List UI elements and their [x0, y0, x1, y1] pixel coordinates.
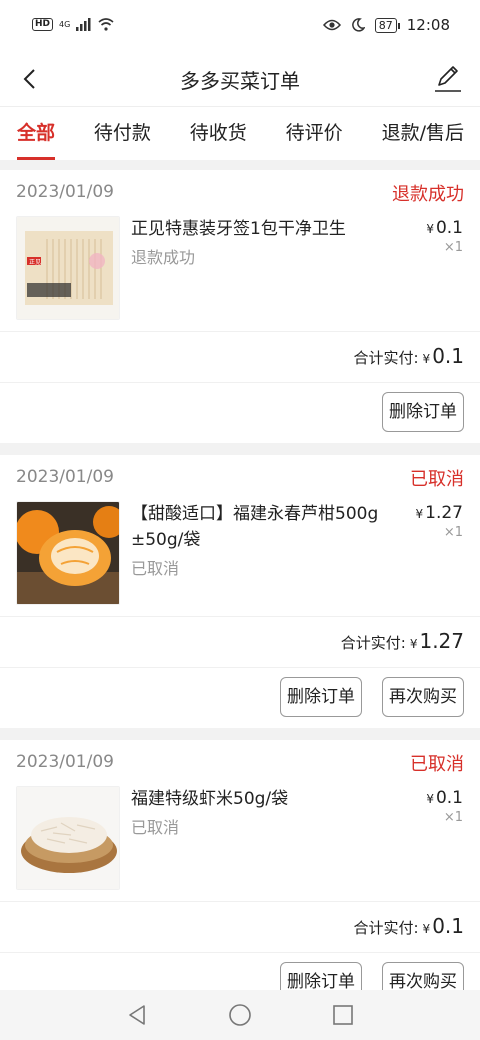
network-type: 4G: [59, 19, 71, 29]
order-list: 2023/01/09 退款成功 正见 正见特惠装牙签1包干净卫生 退款成功 ¥ …: [0, 170, 480, 1025]
nav-bar: 多多买菜订单: [0, 54, 480, 106]
nav-back-icon[interactable]: [125, 1003, 149, 1027]
total-value: 0.1: [432, 344, 464, 368]
total-value: 0.1: [432, 914, 464, 938]
order-total: 合计实付: ¥ 0.1: [0, 332, 480, 383]
order-card[interactable]: 2023/01/09 已取消 【甜酸适口】福建永春芦柑500g ±50g/袋 已…: [0, 455, 480, 728]
product-qty: ×1: [443, 525, 463, 540]
price-value: 0.1: [435, 218, 463, 238]
product-image-tangerine: [16, 501, 120, 605]
svg-text:正见: 正见: [29, 259, 41, 266]
order-item[interactable]: 正见 正见特惠装牙签1包干净卫生 退款成功 ¥0.1 ×1: [0, 216, 480, 332]
order-status: 已取消: [410, 469, 464, 490]
hd-badge: HD: [32, 18, 54, 31]
product-qty: ×1: [443, 810, 463, 825]
tab-pending-payment[interactable]: 待付款: [94, 107, 151, 160]
item-status: 退款成功: [131, 248, 196, 267]
currency: ¥: [426, 222, 434, 236]
order-tabs: 全部 待付款 待收货 待评价 退款/售后: [0, 106, 480, 160]
eye-icon: [322, 19, 341, 31]
product-price: ¥1.27: [416, 503, 464, 523]
edit-pencil-icon[interactable]: [432, 62, 464, 94]
tab-refund-aftersale[interactable]: 退款/售后: [382, 107, 464, 160]
tab-all[interactable]: 全部: [17, 107, 56, 160]
buy-again-button[interactable]: 再次购买: [382, 677, 464, 717]
product-price: ¥0.1: [426, 218, 463, 238]
total-value: 1.27: [419, 629, 464, 653]
order-header: 2023/01/09 退款成功: [0, 170, 480, 216]
order-header: 2023/01/09 已取消: [0, 455, 480, 501]
wifi-icon: [98, 18, 114, 31]
tab-pending-review[interactable]: 待评价: [286, 107, 343, 160]
status-bar: HD 4G 87 12:08: [0, 0, 480, 54]
total-label: 合计实付:: [353, 349, 419, 367]
moon-icon: [351, 18, 365, 32]
product-name: 正见特惠装牙签1包干净卫生: [131, 219, 346, 239]
order-total: 合计实付: ¥ 0.1: [0, 902, 480, 953]
battery-indicator: 87: [374, 17, 400, 33]
order-actions: 删除订单: [0, 383, 480, 443]
price-value: 0.1: [435, 788, 463, 808]
system-nav-bar: [0, 990, 480, 1040]
currency: ¥: [422, 922, 431, 936]
total-label: 合计实付:: [353, 919, 419, 937]
product-image-toothpicks: 正见: [16, 216, 120, 320]
order-item[interactable]: 【甜酸适口】福建永春芦柑500g ±50g/袋 已取消 ¥1.27 ×1: [0, 501, 480, 617]
item-status: 已取消: [131, 559, 180, 578]
order-actions: 删除订单 再次购买: [0, 668, 480, 728]
nav-home-icon[interactable]: [228, 1003, 252, 1027]
currency: ¥: [426, 792, 434, 806]
order-card[interactable]: 2023/01/09 已取消 福建特级虾米50g/袋 已取消 ¥ 0.1 ×1 …: [0, 740, 480, 1013]
order-status: 已取消: [410, 754, 464, 775]
item-status: 已取消: [131, 818, 180, 837]
page-title: 多多买菜订单: [180, 69, 300, 93]
signal-icon: [76, 18, 91, 31]
product-price: ¥0.1: [426, 788, 463, 808]
product-name: 福建特级虾米50g/袋: [131, 789, 289, 809]
status-left: HD 4G: [32, 18, 114, 31]
currency: ¥: [422, 352, 431, 366]
price-value: 1.27: [425, 503, 463, 523]
tab-pending-receipt[interactable]: 待收货: [190, 107, 247, 160]
order-date: 2023/01/09: [16, 467, 114, 487]
status-time: 12:08: [406, 16, 450, 34]
product-name: 【甜酸适口】福建永春芦柑500g ±50g/袋: [131, 504, 379, 550]
product-qty: ×1: [443, 240, 463, 255]
order-item[interactable]: 福建特级虾米50g/袋 已取消 ¥0.1 ×1: [0, 786, 480, 902]
order-header: 2023/01/09 已取消: [0, 740, 480, 786]
delete-order-button[interactable]: 删除订单: [382, 392, 464, 432]
currency: ¥: [409, 637, 418, 651]
order-total: 合计实付: ¥ 1.27: [0, 617, 480, 668]
order-date: 2023/01/09: [16, 182, 114, 202]
nav-recents-icon[interactable]: [331, 1003, 355, 1027]
product-image-dried-shrimp: [16, 786, 120, 890]
screen: HD 4G 87 12:08 多多买菜订单 全部 待付款 待收货 待评价 退款/…: [0, 0, 480, 1040]
total-label: 合计实付:: [340, 634, 406, 652]
order-card[interactable]: 2023/01/09 退款成功 正见 正见特惠装牙签1包干净卫生 退款成功 ¥ …: [0, 170, 480, 443]
currency: ¥: [415, 507, 424, 521]
delete-order-button[interactable]: 删除订单: [280, 677, 362, 717]
order-date: 2023/01/09: [16, 752, 114, 772]
status-right: 87 12:08: [322, 16, 450, 34]
order-status: 退款成功: [392, 184, 464, 205]
